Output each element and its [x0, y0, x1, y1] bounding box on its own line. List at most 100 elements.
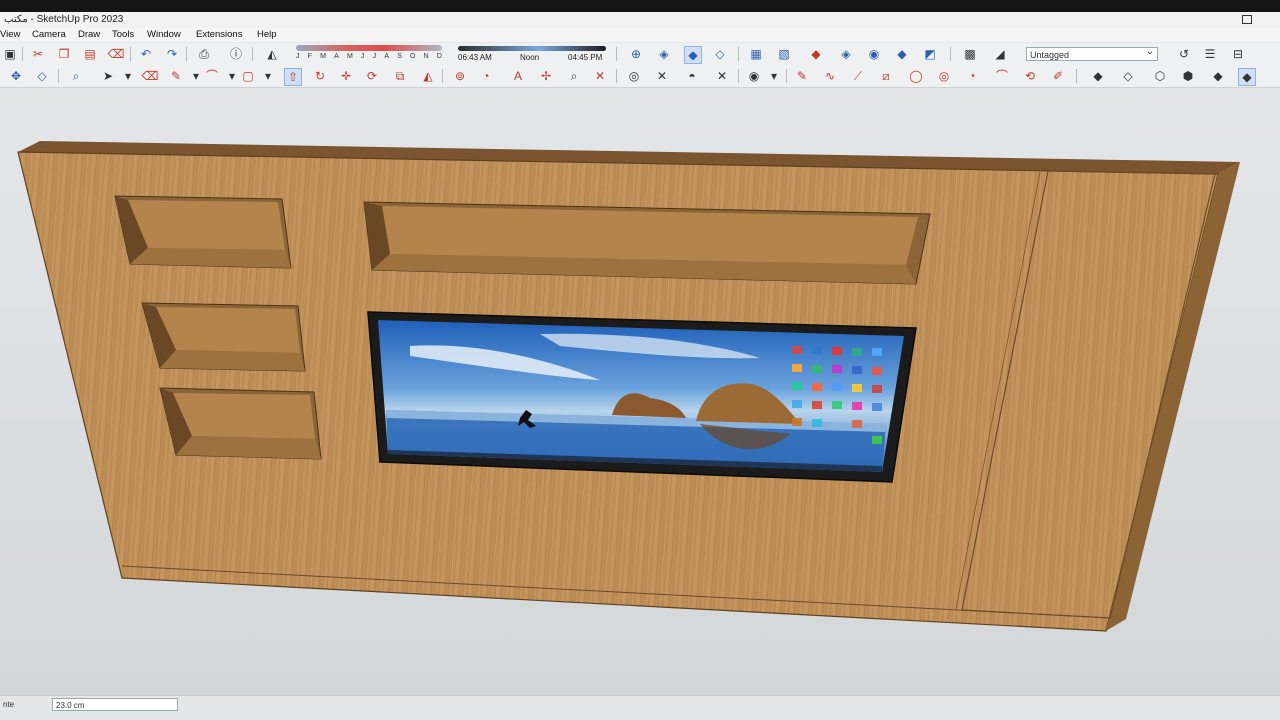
time-noon-label: Noon — [520, 53, 540, 62]
window-title: مكتب - SketchUp Pro 2023 — [4, 14, 124, 25]
save-icon[interactable]: ▣ — [2, 46, 18, 62]
move-icon[interactable]: ✛ — [338, 68, 354, 84]
pencil-icon[interactable]: ✐ — [1050, 68, 1066, 84]
menu-window[interactable]: Window — [147, 28, 181, 42]
push-pull-icon[interactable]: ⇧ — [284, 68, 302, 86]
chevron-down-icon[interactable]: ▾ — [766, 68, 782, 84]
tape-measure-icon[interactable]: ⊚ — [452, 68, 468, 84]
menu-view[interactable]: View — [0, 28, 20, 42]
top-view-icon[interactable]: ◆ — [684, 46, 702, 64]
eraser-tool-icon[interactable]: ◇ — [34, 68, 50, 84]
restore-window-icon[interactable] — [1242, 15, 1252, 24]
tv-screen[interactable] — [367, 311, 917, 483]
chevron-down-icon[interactable]: ▾ — [188, 68, 204, 84]
erase-icon[interactable]: ⌫ — [108, 46, 125, 62]
pen-icon[interactable]: ✎ — [794, 68, 810, 84]
menu-draw[interactable]: Draw — [78, 28, 100, 42]
copy-icon[interactable]: ❐ — [56, 46, 72, 62]
axes-icon[interactable]: ✢ — [538, 68, 554, 84]
warehouse-icon[interactable]: ◆ — [808, 46, 824, 62]
menu-tools[interactable]: Tools — [112, 28, 134, 42]
measurement-input[interactable]: 23.0 cm — [52, 698, 178, 711]
menu-help[interactable]: Help — [257, 28, 277, 42]
intersect-icon[interactable]: ✕ — [654, 68, 670, 84]
wireframe-style-icon[interactable]: ◇ — [1120, 68, 1136, 84]
shaded-icon[interactable]: ⬢ — [1180, 68, 1196, 84]
title-bar: مكتب - SketchUp Pro 2023 — [0, 12, 1280, 28]
menu-extensions[interactable]: Extensions — [196, 28, 242, 42]
left-niche-2[interactable] — [141, 302, 306, 372]
zoom-window-icon[interactable]: ⌕ — [566, 68, 582, 84]
monochrome-icon[interactable]: ◆ — [1238, 68, 1256, 86]
polygon-icon[interactable]: ◎ — [936, 68, 952, 84]
solid-tools-icon[interactable]: ◓ — [684, 68, 700, 84]
time-end-label: 04:45 PM — [568, 53, 603, 62]
eraser-icon[interactable]: ⌫ — [142, 68, 159, 84]
pie-icon[interactable]: ◔ — [964, 68, 980, 84]
protractor-icon[interactable]: ◔ — [478, 68, 494, 84]
xray-style-icon[interactable]: ◆ — [1090, 68, 1106, 84]
time-start-label: 06:43 AM — [458, 53, 492, 62]
rect-rotated-icon[interactable]: ⧄ — [878, 68, 894, 84]
cut-icon[interactable]: ✂ — [30, 46, 46, 62]
shadow-date-slider[interactable] — [296, 45, 442, 51]
layout-send-icon[interactable]: ◉ — [866, 46, 882, 62]
select-icon[interactable]: ✥ — [8, 68, 24, 84]
measurement-label: nte — [3, 700, 15, 709]
chevron-down-icon[interactable]: ▾ — [224, 68, 240, 84]
tag-tool-icon[interactable]: ↺ — [1176, 46, 1192, 62]
chevron-down-icon[interactable]: ▾ — [260, 68, 276, 84]
zoom-extents-icon[interactable]: ✕ — [592, 68, 608, 84]
section-plane-icon[interactable]: ▦ — [748, 46, 764, 62]
menu-bar: View Camera Draw Tools Window Extensions… — [0, 28, 1280, 42]
scale-icon[interactable]: ⧉ — [392, 68, 408, 84]
sketchup-window: مكتب - SketchUp Pro 2023 View Camera Dra… — [0, 0, 1280, 720]
rectangle-icon[interactable]: ▢ — [240, 68, 256, 84]
extension-warehouse-icon[interactable]: ◈ — [838, 46, 854, 62]
orbit-view-icon[interactable]: ⊕ — [628, 46, 644, 62]
hidden-line-icon[interactable]: ⬡ — [1152, 68, 1168, 84]
tag-dialog-icon[interactable]: ⊟ — [1230, 46, 1246, 62]
follow-me-icon[interactable]: ↻ — [312, 68, 328, 84]
front-view-icon[interactable]: ◇ — [712, 46, 728, 62]
model-viewport[interactable] — [0, 88, 1280, 695]
styles-icon[interactable]: ◩ — [922, 46, 938, 62]
left-niche-3[interactable] — [159, 387, 322, 460]
circle-icon[interactable]: ◯ — [908, 68, 924, 84]
top-long-niche[interactable] — [363, 201, 931, 285]
tags-icon[interactable]: ◢ — [992, 46, 1008, 62]
chevron-down-icon[interactable]: ▾ — [120, 68, 136, 84]
export-icon[interactable]: ◆ — [894, 46, 910, 62]
outer-shell-icon[interactable]: ✕ — [714, 68, 730, 84]
rotate-icon[interactable]: ⟳ — [364, 68, 380, 84]
arc-2pt-icon[interactable]: ⌒ — [994, 68, 1010, 84]
model-info-icon[interactable]: ⓘ — [228, 46, 244, 62]
menu-camera[interactable]: Camera — [32, 28, 66, 42]
shadow-time-slider[interactable] — [458, 46, 606, 51]
print-icon[interactable]: ⎙ — [196, 46, 212, 62]
offset-icon[interactable]: ◭ — [420, 68, 436, 84]
materials-icon[interactable]: ▩ — [962, 46, 978, 62]
text-tool-icon[interactable]: A — [510, 68, 526, 84]
arc-icon[interactable]: ⌒ — [204, 68, 220, 84]
section-fill-icon[interactable]: ▧ — [776, 46, 792, 62]
redo-icon[interactable]: ↷ — [164, 46, 180, 62]
sandbox-icon[interactable]: ◎ — [626, 68, 642, 84]
user-icon[interactable]: ◉ — [746, 68, 762, 84]
pencil-line-icon[interactable]: ✎ — [168, 68, 184, 84]
arrow-select-icon[interactable]: ➤ — [100, 68, 116, 84]
left-niche-1[interactable] — [114, 195, 292, 269]
tag-selector[interactable]: Untagged — [1026, 45, 1158, 61]
tag-list-icon[interactable]: ☰ — [1202, 46, 1218, 62]
shaded-texture-icon[interactable]: ◆ — [1210, 68, 1226, 84]
undo-icon[interactable]: ↶ — [138, 46, 154, 62]
status-bar: nte 23.0 cm — [0, 695, 1280, 720]
iso-view-icon[interactable]: ◈ — [656, 46, 672, 62]
zoom-icon[interactable]: ⌕ — [68, 68, 84, 84]
model-canvas[interactable] — [0, 88, 1280, 695]
arc-3pt-icon[interactable]: ⟲ — [1022, 68, 1038, 84]
shadows-toggle-icon[interactable]: ◭ — [264, 46, 280, 62]
freehand-icon[interactable]: ∿ — [822, 68, 838, 84]
paste-icon[interactable]: ▤ — [82, 46, 98, 62]
line-icon[interactable]: ⟋ — [850, 68, 866, 84]
